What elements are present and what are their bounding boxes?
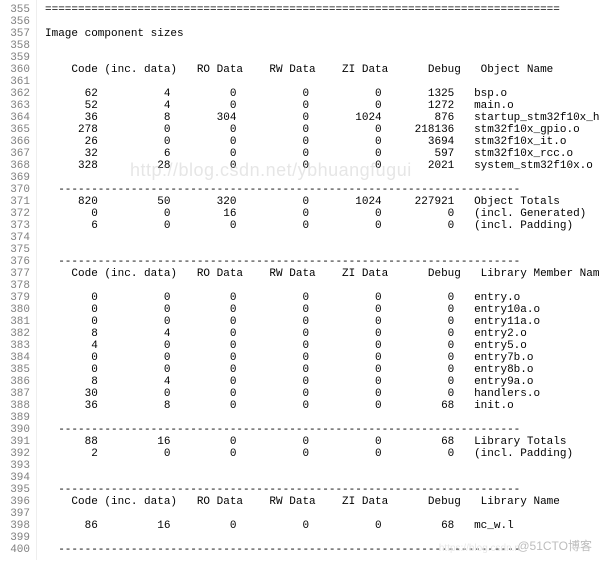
code-line: 88 16 0 0 0 68 Library Totals bbox=[45, 436, 600, 448]
code-line bbox=[45, 244, 600, 256]
line-number: 367 bbox=[0, 148, 30, 160]
line-number: 370 bbox=[0, 184, 30, 196]
code-line: Code (inc. data) RO Data RW Data ZI Data… bbox=[45, 496, 600, 508]
code-line: ----------------------------------------… bbox=[45, 256, 600, 268]
code-line: 52 4 0 0 0 1272 main.o bbox=[45, 100, 600, 112]
line-number: 382 bbox=[0, 328, 30, 340]
line-number: 361 bbox=[0, 76, 30, 88]
line-number: 385 bbox=[0, 364, 30, 376]
code-line: ----------------------------------------… bbox=[45, 424, 600, 436]
line-number: 398 bbox=[0, 520, 30, 532]
line-number: 355 bbox=[0, 4, 30, 16]
code-line: 8 4 0 0 0 0 entry2.o bbox=[45, 328, 600, 340]
code-line: 26 0 0 0 0 3694 stm32f10x_it.o bbox=[45, 136, 600, 148]
code-line: 0 0 16 0 0 0 (incl. Generated) bbox=[45, 208, 600, 220]
code-line: ----------------------------------------… bbox=[45, 484, 600, 496]
line-number: 357 bbox=[0, 28, 30, 40]
code-line: 36 8 0 0 0 68 init.o bbox=[45, 400, 600, 412]
line-number: 400 bbox=[0, 544, 30, 556]
code-content: ========================================… bbox=[37, 0, 600, 560]
code-line: 86 16 0 0 0 68 mc_w.l bbox=[45, 520, 600, 532]
line-number: 364 bbox=[0, 112, 30, 124]
line-number: 372 bbox=[0, 208, 30, 220]
code-line bbox=[45, 172, 600, 184]
code-line bbox=[45, 472, 600, 484]
code-line bbox=[45, 52, 600, 64]
code-line: 6 0 0 0 0 0 (incl. Padding) bbox=[45, 220, 600, 232]
code-line: 0 0 0 0 0 0 entry7b.o bbox=[45, 352, 600, 364]
line-number: 383 bbox=[0, 340, 30, 352]
code-line: ========================================… bbox=[45, 4, 600, 16]
line-number: 378 bbox=[0, 280, 30, 292]
code-line: ----------------------------------------… bbox=[45, 184, 600, 196]
code-line: 0 0 0 0 0 0 entry10a.o bbox=[45, 304, 600, 316]
line-number: 371 bbox=[0, 196, 30, 208]
code-line: 0 0 0 0 0 0 entry11a.o bbox=[45, 316, 600, 328]
line-number: 366 bbox=[0, 136, 30, 148]
line-number: 363 bbox=[0, 100, 30, 112]
line-number: 374 bbox=[0, 232, 30, 244]
line-number: 381 bbox=[0, 316, 30, 328]
line-number-gutter: 3553563573583593603613623633643653663673… bbox=[0, 0, 37, 560]
line-number: 399 bbox=[0, 532, 30, 544]
code-line: Code (inc. data) RO Data RW Data ZI Data… bbox=[45, 268, 600, 280]
line-number: 359 bbox=[0, 52, 30, 64]
line-number: 375 bbox=[0, 244, 30, 256]
code-line: 2 0 0 0 0 0 (incl. Padding) bbox=[45, 448, 600, 460]
code-line: 62 4 0 0 0 1325 bsp.o bbox=[45, 88, 600, 100]
line-number: 365 bbox=[0, 124, 30, 136]
code-line bbox=[45, 412, 600, 424]
code-line: 820 50 320 0 1024 227921 Object Totals bbox=[45, 196, 600, 208]
code-line bbox=[45, 76, 600, 88]
line-number: 387 bbox=[0, 388, 30, 400]
code-line: 4 0 0 0 0 0 entry5.o bbox=[45, 340, 600, 352]
code-line: 328 28 0 0 0 2021 system_stm32f10x.o bbox=[45, 160, 600, 172]
line-number: 386 bbox=[0, 376, 30, 388]
code-line: Code (inc. data) RO Data RW Data ZI Data… bbox=[45, 64, 600, 76]
code-line bbox=[45, 280, 600, 292]
code-line: 30 0 0 0 0 0 handlers.o bbox=[45, 388, 600, 400]
line-number: 356 bbox=[0, 16, 30, 28]
line-number: 391 bbox=[0, 436, 30, 448]
line-number: 394 bbox=[0, 472, 30, 484]
code-line: Image component sizes bbox=[45, 28, 600, 40]
line-number: 380 bbox=[0, 304, 30, 316]
line-number: 389 bbox=[0, 412, 30, 424]
code-line: 0 0 0 0 0 0 entry8b.o bbox=[45, 364, 600, 376]
code-line bbox=[45, 532, 600, 544]
code-line bbox=[45, 16, 600, 28]
line-number: 392 bbox=[0, 448, 30, 460]
line-number: 358 bbox=[0, 40, 30, 52]
code-line bbox=[45, 40, 600, 52]
code-line: 278 0 0 0 0 218136 stm32f10x_gpio.o bbox=[45, 124, 600, 136]
code-line: 8 4 0 0 0 0 entry9a.o bbox=[45, 376, 600, 388]
line-number: 388 bbox=[0, 400, 30, 412]
code-line bbox=[45, 508, 600, 520]
line-number: 377 bbox=[0, 268, 30, 280]
code-line: ----------------------------------------… bbox=[45, 544, 600, 556]
code-line bbox=[45, 460, 600, 472]
line-number: 369 bbox=[0, 172, 30, 184]
line-number: 362 bbox=[0, 88, 30, 100]
line-number: 379 bbox=[0, 292, 30, 304]
line-number: 384 bbox=[0, 352, 30, 364]
line-number: 360 bbox=[0, 64, 30, 76]
line-number: 390 bbox=[0, 424, 30, 436]
code-line: 32 6 0 0 0 597 stm32f10x_rcc.o bbox=[45, 148, 600, 160]
code-line bbox=[45, 232, 600, 244]
line-number: 395 bbox=[0, 484, 30, 496]
line-number: 376 bbox=[0, 256, 30, 268]
code-line: 36 8 304 0 1024 876 startup_stm32f10x_hd… bbox=[45, 112, 600, 124]
line-number: 397 bbox=[0, 508, 30, 520]
code-line: 0 0 0 0 0 0 entry.o bbox=[45, 292, 600, 304]
line-number: 373 bbox=[0, 220, 30, 232]
line-number: 396 bbox=[0, 496, 30, 508]
line-number: 393 bbox=[0, 460, 30, 472]
line-number: 368 bbox=[0, 160, 30, 172]
